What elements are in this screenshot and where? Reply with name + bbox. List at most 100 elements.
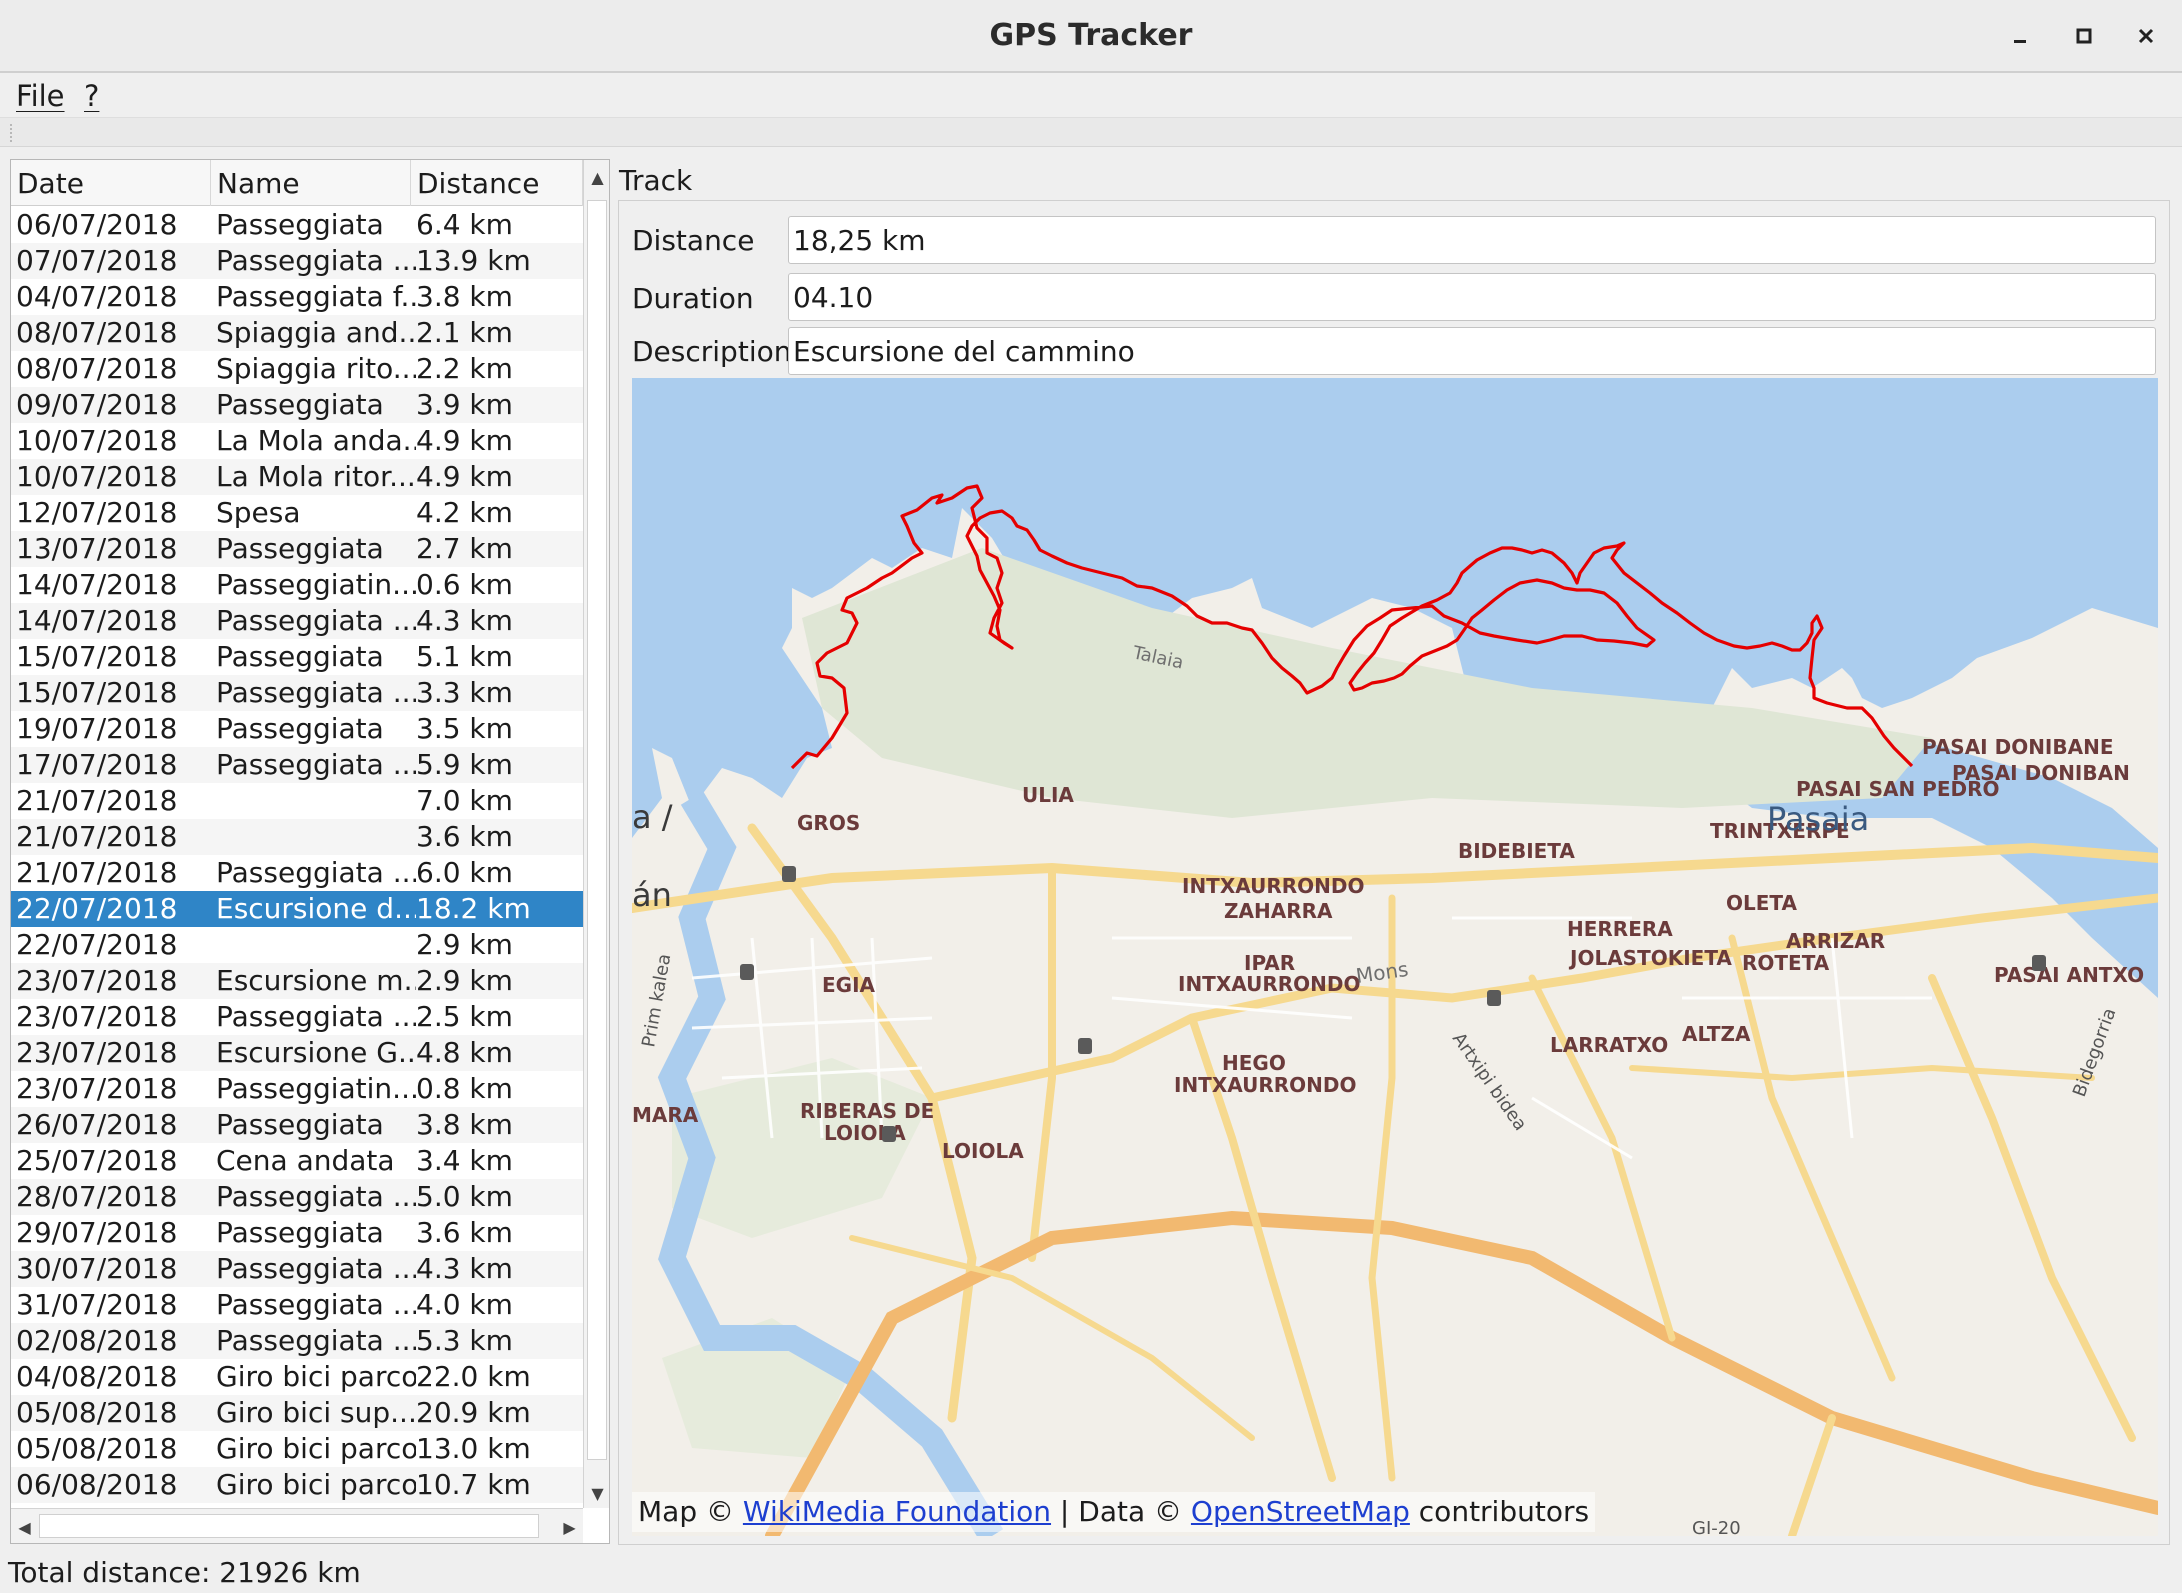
track-group-title: Track bbox=[619, 164, 693, 197]
table-row[interactable]: 31/07/2018 Passeggiata ... 4.0 km bbox=[11, 1287, 583, 1323]
table-row[interactable]: 22/07/2018 2.9 km bbox=[11, 927, 583, 963]
cell-date: 05/08/2018 bbox=[16, 1432, 178, 1465]
map-canvas[interactable]: PASAI DONIBANE PASAI DONIBAN PASAI SAN P… bbox=[632, 378, 2158, 1536]
label-pasai-antxo: PASAI ANTXO bbox=[1994, 963, 2144, 987]
cell-name: Spesa bbox=[216, 496, 301, 529]
table-row[interactable]: 23/07/2018 Passeggiata ... 2.5 km bbox=[11, 999, 583, 1035]
cell-name: Passeggiata bbox=[216, 208, 384, 241]
table-row[interactable]: 09/07/2018 Passeggiata 3.9 km bbox=[11, 387, 583, 423]
cell-distance: 10.2 km bbox=[416, 1503, 581, 1507]
cell-name: Spiaggia rito... bbox=[216, 352, 416, 385]
cell-name: Passeggiata ... bbox=[216, 1252, 416, 1285]
cell-distance: 2.7 km bbox=[416, 532, 513, 565]
minimize-icon bbox=[2014, 40, 2026, 43]
cell-distance: 6.4 km bbox=[416, 208, 513, 241]
cell-distance: 0.8 km bbox=[416, 1072, 513, 1105]
label-ulia: ULIA bbox=[1022, 783, 1074, 807]
table-row[interactable]: 07/08/2018 Giro bici ...10.2 km bbox=[11, 1503, 583, 1507]
close-button[interactable] bbox=[2126, 16, 2166, 56]
scroll-up-icon[interactable]: ▲ bbox=[584, 162, 609, 192]
table-row[interactable]: 14/07/2018 Passeggiata ... 4.3 km bbox=[11, 603, 583, 639]
minimize-button[interactable] bbox=[2000, 16, 2040, 56]
table-row[interactable]: 06/07/2018 Passeggiata 6.4 km bbox=[11, 207, 583, 243]
table-row[interactable]: 07/07/2018 Passeggiata ... 13.9 km bbox=[11, 243, 583, 279]
table-row[interactable]: 10/07/2018 La Mola anda... 4.9 km bbox=[11, 423, 583, 459]
horizontal-scroll-thumb[interactable] bbox=[39, 1514, 539, 1538]
wikimedia-link[interactable]: WikiMedia Foundation bbox=[743, 1495, 1051, 1528]
cell-name: Passeggiata ... bbox=[216, 1000, 416, 1033]
table-row[interactable]: 26/07/2018 Passeggiata 3.8 km bbox=[11, 1107, 583, 1143]
table-row[interactable]: 15/07/2018 Passeggiata 5.1 km bbox=[11, 639, 583, 675]
cell-distance: 20.9 km bbox=[416, 1396, 531, 1429]
table-row[interactable]: 05/08/2018 Giro bici sup... 20.9 km bbox=[11, 1395, 583, 1431]
table-row[interactable]: 28/07/2018 Passeggiata ... 5.0 km bbox=[11, 1179, 583, 1215]
table-row[interactable]: 21/07/2018 7.0 km bbox=[11, 783, 583, 819]
vertical-scroll-thumb[interactable] bbox=[587, 200, 607, 1460]
cell-date: 14/07/2018 bbox=[16, 568, 178, 601]
cell-distance: 2.9 km bbox=[416, 964, 513, 997]
table-row[interactable]: 22/07/2018 Escursione d... 18.2 km bbox=[11, 891, 583, 927]
attribution-mid: | Data © bbox=[1051, 1495, 1191, 1528]
table-row[interactable]: 23/07/2018 Passeggiatin... 0.8 km bbox=[11, 1071, 583, 1107]
toolbar-grip[interactable] bbox=[10, 124, 14, 142]
vertical-scrollbar[interactable]: ▲ ▼ bbox=[583, 160, 609, 1508]
description-field[interactable]: Escursione del cammino bbox=[788, 327, 2156, 375]
cell-name: La Mola anda... bbox=[216, 424, 416, 457]
table-row[interactable]: 10/07/2018 La Mola ritor... 4.9 km bbox=[11, 459, 583, 495]
cell-distance: 2.2 km bbox=[416, 352, 513, 385]
scroll-down-icon[interactable]: ▼ bbox=[584, 1478, 609, 1508]
column-header-name[interactable]: Name bbox=[211, 160, 411, 206]
table-row[interactable]: 12/07/2018 Spesa 4.2 km bbox=[11, 495, 583, 531]
scroll-right-icon[interactable]: ▶ bbox=[556, 1512, 583, 1542]
cell-name: Escursione m... bbox=[216, 964, 416, 997]
cell-date: 13/07/2018 bbox=[16, 532, 178, 565]
table-row[interactable]: 06/08/2018 Giro bici parco 10.7 km bbox=[11, 1467, 583, 1503]
column-header-distance[interactable]: Distance bbox=[411, 160, 583, 206]
label-pasai-donibane-1: PASAI DONIBANE bbox=[1922, 735, 2114, 759]
table-row[interactable]: 04/07/2018 Passeggiata f... 3.8 km bbox=[11, 279, 583, 315]
scroll-left-icon[interactable]: ◀ bbox=[11, 1512, 38, 1542]
table-row[interactable]: 29/07/2018 Passeggiata 3.6 km bbox=[11, 1215, 583, 1251]
distance-field[interactable]: 18,25 km bbox=[788, 216, 2156, 264]
table-row[interactable]: 02/08/2018 Passeggiata ... 5.3 km bbox=[11, 1323, 583, 1359]
table-row[interactable]: 17/07/2018 Passeggiata ... 5.9 km bbox=[11, 747, 583, 783]
label-an: án bbox=[632, 876, 672, 914]
cell-date: 07/07/2018 bbox=[16, 244, 178, 277]
menu-file[interactable]: File bbox=[16, 79, 65, 113]
table-row[interactable]: 30/07/2018 Passeggiata ... 4.3 km bbox=[11, 1251, 583, 1287]
table-row[interactable]: 21/07/2018 Passeggiata ... 6.0 km bbox=[11, 855, 583, 891]
table-row[interactable]: 25/07/2018 Cena andata 3.4 km bbox=[11, 1143, 583, 1179]
table-row[interactable]: 08/07/2018 Spiaggia rito... 2.2 km bbox=[11, 351, 583, 387]
cell-distance: 4.3 km bbox=[416, 1252, 513, 1285]
cell-distance: 3.6 km bbox=[416, 1216, 513, 1249]
horizontal-scrollbar[interactable]: ◀ ▶ bbox=[11, 1508, 583, 1543]
label-intxaurrondo-zaharra-2: ZAHARRA bbox=[1224, 899, 1333, 923]
table-row[interactable]: 19/07/2018 Passeggiata 3.5 km bbox=[11, 711, 583, 747]
map-attribution: Map © WikiMedia Foundation | Data © Open… bbox=[632, 1492, 1596, 1532]
label-a-slash: a / bbox=[632, 798, 673, 836]
table-row[interactable]: 05/08/2018 Giro bici parco 13.0 km bbox=[11, 1431, 583, 1467]
maximize-button[interactable] bbox=[2064, 16, 2104, 56]
table-row[interactable]: 04/08/2018 Giro bici parco 22.0 km bbox=[11, 1359, 583, 1395]
train-station-icon bbox=[782, 866, 796, 882]
table-row[interactable]: 14/07/2018 Passeggiatin... 0.6 km bbox=[11, 567, 583, 603]
cell-date: 07/08/2018 bbox=[16, 1503, 211, 1507]
cell-date: 28/07/2018 bbox=[16, 1180, 178, 1213]
cell-date: 25/07/2018 bbox=[16, 1144, 178, 1177]
duration-field[interactable]: 04.10 bbox=[788, 273, 2156, 321]
table-row[interactable]: 23/07/2018 Escursione m... 2.9 km bbox=[11, 963, 583, 999]
column-header-date[interactable]: Date bbox=[11, 160, 211, 206]
track-list: Date Name Distance 06/07/2018 Passeggiata… bbox=[10, 159, 610, 1544]
menu-help[interactable]: ? bbox=[84, 79, 99, 113]
openstreetmap-link[interactable]: OpenStreetMap bbox=[1191, 1495, 1410, 1528]
table-row[interactable]: 21/07/2018 3.6 km bbox=[11, 819, 583, 855]
table-row[interactable]: 13/07/2018 Passeggiata 2.7 km bbox=[11, 531, 583, 567]
table-row[interactable]: 23/07/2018 Escursione G... 4.8 km bbox=[11, 1035, 583, 1071]
cell-date: 22/07/2018 bbox=[16, 892, 178, 925]
table-row[interactable]: 15/07/2018 Passeggiata ... 3.3 km bbox=[11, 675, 583, 711]
cell-date: 21/07/2018 bbox=[16, 784, 178, 817]
cell-date: 21/07/2018 bbox=[16, 856, 178, 889]
map-view[interactable]: PASAI DONIBANE PASAI DONIBAN PASAI SAN P… bbox=[632, 378, 2158, 1536]
cell-name: Passeggiata ... bbox=[216, 676, 416, 709]
table-row[interactable]: 08/07/2018 Spiaggia and... 2.1 km bbox=[11, 315, 583, 351]
